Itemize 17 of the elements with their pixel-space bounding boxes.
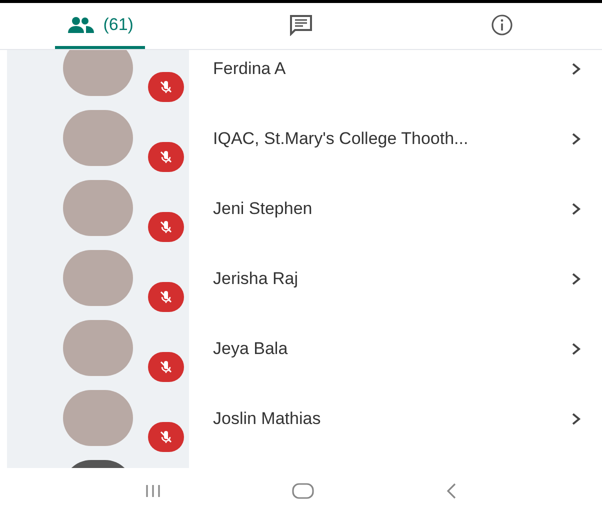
participant-name[interactable]: IQAC, St.Mary's College Thooth... [213,126,570,152]
info-icon [490,14,513,36]
chevron-icon[interactable] [570,411,582,427]
chevron-icon[interactable] [570,61,582,77]
participant-name[interactable]: Jeya Bala [213,336,570,362]
chevron-icon[interactable] [570,341,582,357]
people-icon [67,16,96,34]
participant-name[interactable]: Ferdina A [213,56,570,82]
chevron-icon[interactable] [570,271,582,287]
participant-name[interactable]: Jerisha Raj [213,266,570,292]
chevron-icon[interactable] [570,131,582,147]
chevron-icon[interactable] [570,201,582,217]
home-icon[interactable] [290,482,315,500]
participant-name[interactable]: Jeni Stephen [213,196,570,222]
recent-apps-icon[interactable] [144,484,162,498]
participant-name[interactable]: Joslin Mathias [213,406,570,432]
chat-icon [289,14,313,36]
